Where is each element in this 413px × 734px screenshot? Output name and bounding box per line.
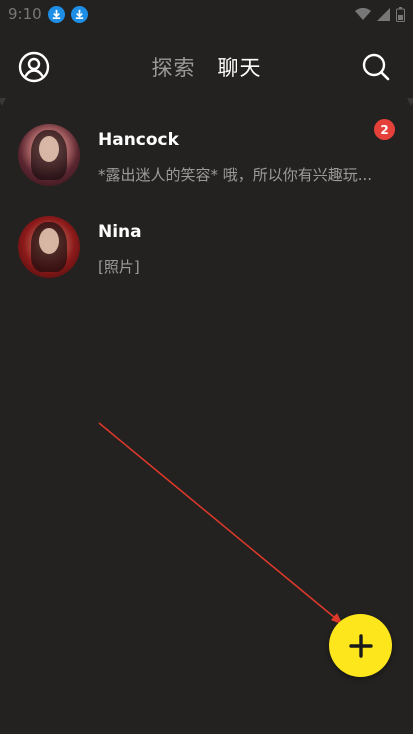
status-time: 9:10 bbox=[8, 5, 42, 23]
chat-item-hancock[interactable]: Hancock *露出迷人的笑容* 哦，所以你有兴趣玩... bbox=[0, 118, 413, 210]
chat-preview: [照片] bbox=[98, 258, 140, 276]
tab-explore[interactable]: 探索 bbox=[152, 52, 196, 82]
chat-preview: *露出迷人的笑容* 哦，所以你有兴趣玩... bbox=[98, 166, 373, 184]
avatar bbox=[18, 124, 80, 186]
download-icon bbox=[70, 5, 88, 23]
tab-chat[interactable]: 聊天 bbox=[218, 52, 262, 82]
new-chat-button[interactable] bbox=[329, 614, 392, 677]
tab-bar: 探索 聊天 bbox=[0, 42, 413, 92]
status-right bbox=[355, 6, 405, 22]
signal-icon bbox=[377, 7, 390, 21]
chat-item-nina[interactable]: Nina [照片] bbox=[0, 210, 413, 302]
top-bar: 探索 聊天 bbox=[0, 42, 413, 92]
wifi-icon bbox=[355, 7, 371, 20]
chat-name: Nina bbox=[98, 222, 142, 242]
plus-icon bbox=[348, 633, 373, 658]
chat-name: Hancock bbox=[98, 130, 179, 150]
battery-icon bbox=[396, 6, 405, 22]
search-icon bbox=[362, 53, 390, 81]
download-icon bbox=[47, 5, 65, 23]
chat-list: Hancock *露出迷人的笑容* 哦，所以你有兴趣玩... Nina [照片] bbox=[0, 118, 413, 302]
avatar bbox=[18, 216, 80, 278]
search-button[interactable] bbox=[358, 49, 394, 85]
status-left: 9:10 bbox=[8, 5, 88, 23]
status-bar: 9:10 bbox=[0, 0, 413, 28]
edge-marker bbox=[407, 98, 413, 106]
edge-marker bbox=[0, 98, 6, 106]
unread-badge: 2 bbox=[374, 119, 395, 140]
